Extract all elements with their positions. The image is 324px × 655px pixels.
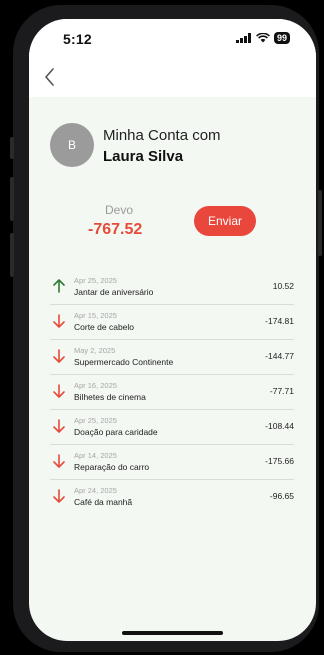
chevron-left-icon (45, 68, 54, 86)
transaction-amount: 10.52 (272, 281, 294, 291)
status-icons: 99 (235, 32, 290, 44)
status-time: 5:12 (63, 31, 92, 47)
transaction-row[interactable]: Apr 25, 2025 Jantar de aniversário 10.52 (50, 270, 294, 305)
top-bar: 5:12 99 (29, 19, 316, 97)
transaction-description: Café da manhã (74, 497, 133, 507)
transaction-amount: -96.65 (269, 491, 294, 501)
transaction-description: Doação para caridade (74, 427, 158, 437)
balance-label: Devo (105, 203, 134, 217)
transaction-amount: -174.81 (265, 316, 294, 326)
home-indicator[interactable] (122, 631, 223, 635)
transaction-amount: -144.77 (265, 351, 294, 361)
arrow-down-icon (52, 453, 66, 469)
power-button (318, 190, 322, 256)
arrow-down-icon (52, 348, 66, 364)
arrow-up-icon (52, 278, 66, 294)
transaction-list: Apr 25, 2025 Jantar de aniversário 10.52 Ap… (50, 270, 294, 514)
arrow-down-icon (52, 418, 66, 434)
transaction-date: Apr 15, 2025 (74, 311, 117, 320)
app-screen: 5:12 99 B Minha Conta com Laura Silva De… (29, 19, 316, 641)
transaction-date: Apr 14, 2025 (74, 451, 117, 460)
transaction-row[interactable]: Apr 16, 2025 Bilhetes de cinema -77.71 (50, 375, 294, 410)
transaction-description: Supermercado Continente (74, 357, 174, 367)
mute-switch (10, 137, 14, 159)
account-name: Laura Silva (103, 148, 184, 165)
transaction-description: Reparação do carro (74, 462, 150, 472)
transaction-date: Apr 16, 2025 (74, 381, 117, 390)
battery-indicator: 99 (273, 32, 290, 44)
transaction-row[interactable]: Apr 15, 2025 Corte de cabelo -174.81 (50, 305, 294, 340)
transaction-description: Corte de cabelo (74, 322, 135, 332)
balance-value: -767.52 (88, 221, 143, 238)
transaction-description: Bilhetes de cinema (74, 392, 146, 402)
transaction-row[interactable]: Apr 25, 2025 Doação para caridade -108.44 (50, 410, 294, 445)
volume-down-button (10, 233, 14, 277)
transaction-date: Apr 24, 2025 (74, 486, 117, 495)
transaction-row[interactable]: Apr 14, 2025 Reparação do carro -175.66 (50, 445, 294, 480)
transaction-amount: -175.66 (265, 456, 294, 466)
transaction-date: May 2, 2025 (74, 346, 116, 355)
wifi-icon (256, 33, 270, 43)
send-button[interactable]: Enviar (194, 206, 256, 236)
transaction-date: Apr 25, 2025 (74, 276, 117, 285)
avatar-initial: B (67, 138, 76, 152)
transaction-row[interactable]: Apr 24, 2025 Café da manhã -96.65 (50, 480, 294, 514)
transaction-amount: -108.44 (265, 421, 294, 431)
signal-icon (235, 33, 251, 43)
arrow-down-icon (52, 488, 66, 504)
account-title: Minha Conta com (103, 127, 221, 144)
transaction-row[interactable]: May 2, 2025 Supermercado Continente -144.7… (50, 340, 294, 375)
arrow-down-icon (52, 383, 66, 399)
transaction-description: Jantar de aniversário (74, 287, 154, 297)
avatar: B (50, 123, 94, 167)
back-button[interactable] (42, 66, 62, 88)
arrow-down-icon (52, 313, 66, 329)
transaction-amount: -77.71 (269, 386, 294, 396)
transaction-date: Apr 25, 2025 (74, 416, 117, 425)
volume-up-button (10, 177, 14, 221)
